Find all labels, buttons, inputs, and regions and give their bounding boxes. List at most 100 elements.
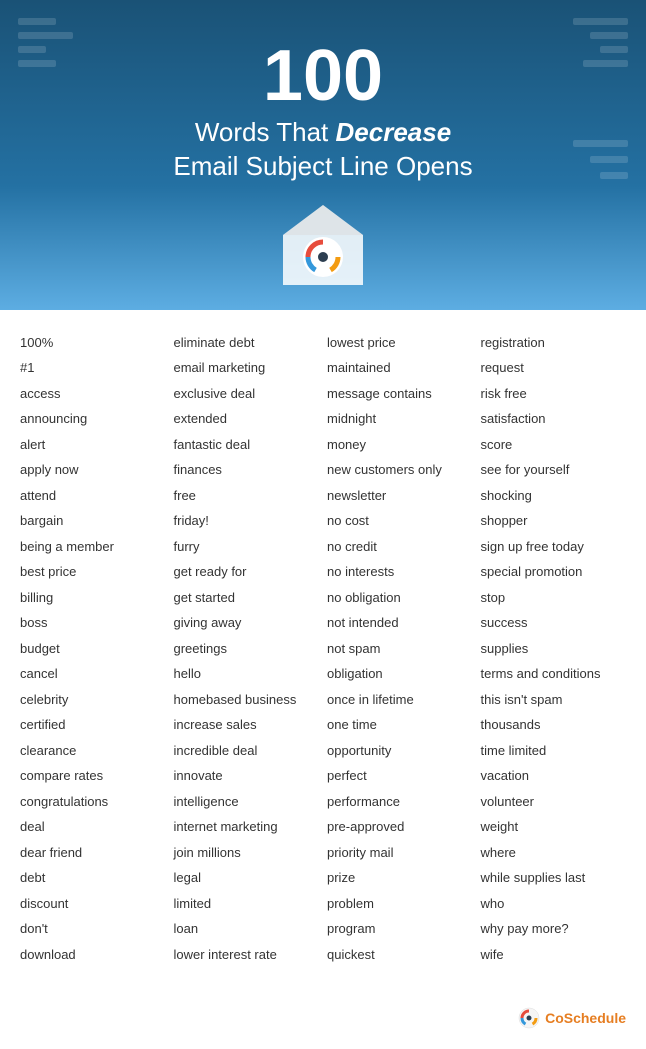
header-subtitle: Words That Decrease Email Subject Line O…: [20, 116, 626, 184]
word-item: volunteer: [481, 789, 627, 815]
word-item: 100%: [20, 330, 166, 356]
words-grid: 100% eliminate debt lowest price registrati…: [20, 330, 626, 968]
word-item: being a member: [20, 534, 166, 560]
word-item: message contains: [327, 381, 473, 407]
word-item: program: [327, 916, 473, 942]
word-item: lowest price: [327, 330, 473, 356]
word-item: limited: [174, 891, 320, 917]
word-item: congratulations: [20, 789, 166, 815]
word-item: once in lifetime: [327, 687, 473, 713]
word-item: compare rates: [20, 763, 166, 789]
word-item: certified: [20, 712, 166, 738]
word-item: no credit: [327, 534, 473, 560]
word-item: no cost: [327, 508, 473, 534]
word-item: pre-approved: [327, 814, 473, 840]
word-item: satisfaction: [481, 406, 627, 432]
word-item: don't: [20, 916, 166, 942]
word-item: free: [174, 483, 320, 509]
word-item: eliminate debt: [174, 330, 320, 356]
word-item: innovate: [174, 763, 320, 789]
word-item: finances: [174, 457, 320, 483]
word-item: internet marketing: [174, 814, 320, 840]
word-item: not intended: [327, 610, 473, 636]
house-icon-wrap: [20, 200, 626, 310]
house-icon: [278, 200, 368, 290]
word-item: increase sales: [174, 712, 320, 738]
word-item: wife: [481, 942, 627, 968]
coschedule-logo: CoSchedule: [518, 1007, 626, 1029]
word-item: shopper: [481, 508, 627, 534]
word-item: who: [481, 891, 627, 917]
word-item: discount: [20, 891, 166, 917]
word-item: exclusive deal: [174, 381, 320, 407]
word-item: vacation: [481, 763, 627, 789]
word-item: registration: [481, 330, 627, 356]
word-item: supplies: [481, 636, 627, 662]
word-item: #1: [20, 355, 166, 381]
word-item: quickest: [327, 942, 473, 968]
word-item: deal: [20, 814, 166, 840]
word-item: why pay more?: [481, 916, 627, 942]
word-item: prize: [327, 865, 473, 891]
word-item: celebrity: [20, 687, 166, 713]
subtitle-line2: Email Subject Line Opens: [173, 151, 472, 181]
word-item: stop: [481, 585, 627, 611]
word-item: priority mail: [327, 840, 473, 866]
footer: CoSchedule: [0, 997, 646, 1049]
word-item: maintained: [327, 355, 473, 381]
word-item: obligation: [327, 661, 473, 687]
word-item: request: [481, 355, 627, 381]
word-item: friday!: [174, 508, 320, 534]
word-item: thousands: [481, 712, 627, 738]
word-item: midnight: [327, 406, 473, 432]
word-item: see for yourself: [481, 457, 627, 483]
word-item: not spam: [327, 636, 473, 662]
word-item: get started: [174, 585, 320, 611]
word-item: terms and conditions: [481, 661, 627, 687]
word-item: money: [327, 432, 473, 458]
word-item: intelligence: [174, 789, 320, 815]
word-item: one time: [327, 712, 473, 738]
header-number: 100: [20, 40, 626, 112]
word-item: while supplies last: [481, 865, 627, 891]
word-item: weight: [481, 814, 627, 840]
word-item: announcing: [20, 406, 166, 432]
word-item: risk free: [481, 381, 627, 407]
word-item: access: [20, 381, 166, 407]
word-item: opportunity: [327, 738, 473, 764]
word-item: attend: [20, 483, 166, 509]
word-item: billing: [20, 585, 166, 611]
word-item: perfect: [327, 763, 473, 789]
word-item: dear friend: [20, 840, 166, 866]
word-item: best price: [20, 559, 166, 585]
word-item: clearance: [20, 738, 166, 764]
word-item: furry: [174, 534, 320, 560]
word-item: download: [20, 942, 166, 968]
word-item: where: [481, 840, 627, 866]
word-item: new customers only: [327, 457, 473, 483]
word-item: debt: [20, 865, 166, 891]
word-item: shocking: [481, 483, 627, 509]
word-item: extended: [174, 406, 320, 432]
word-item: loan: [174, 916, 320, 942]
word-item: no interests: [327, 559, 473, 585]
word-item: performance: [327, 789, 473, 815]
header-section: 100 Words That Decrease Email Subject Li…: [0, 0, 646, 310]
word-item: hello: [174, 661, 320, 687]
word-item: newsletter: [327, 483, 473, 509]
word-item: incredible deal: [174, 738, 320, 764]
word-item: fantastic deal: [174, 432, 320, 458]
word-item: success: [481, 610, 627, 636]
word-item: boss: [20, 610, 166, 636]
word-item: get ready for: [174, 559, 320, 585]
word-item: alert: [20, 432, 166, 458]
word-item: special promotion: [481, 559, 627, 585]
word-item: bargain: [20, 508, 166, 534]
words-section: 100% eliminate debt lowest price registrati…: [0, 310, 646, 998]
word-item: budget: [20, 636, 166, 662]
word-item: score: [481, 432, 627, 458]
word-item: time limited: [481, 738, 627, 764]
word-item: greetings: [174, 636, 320, 662]
word-item: apply now: [20, 457, 166, 483]
word-item: lower interest rate: [174, 942, 320, 968]
